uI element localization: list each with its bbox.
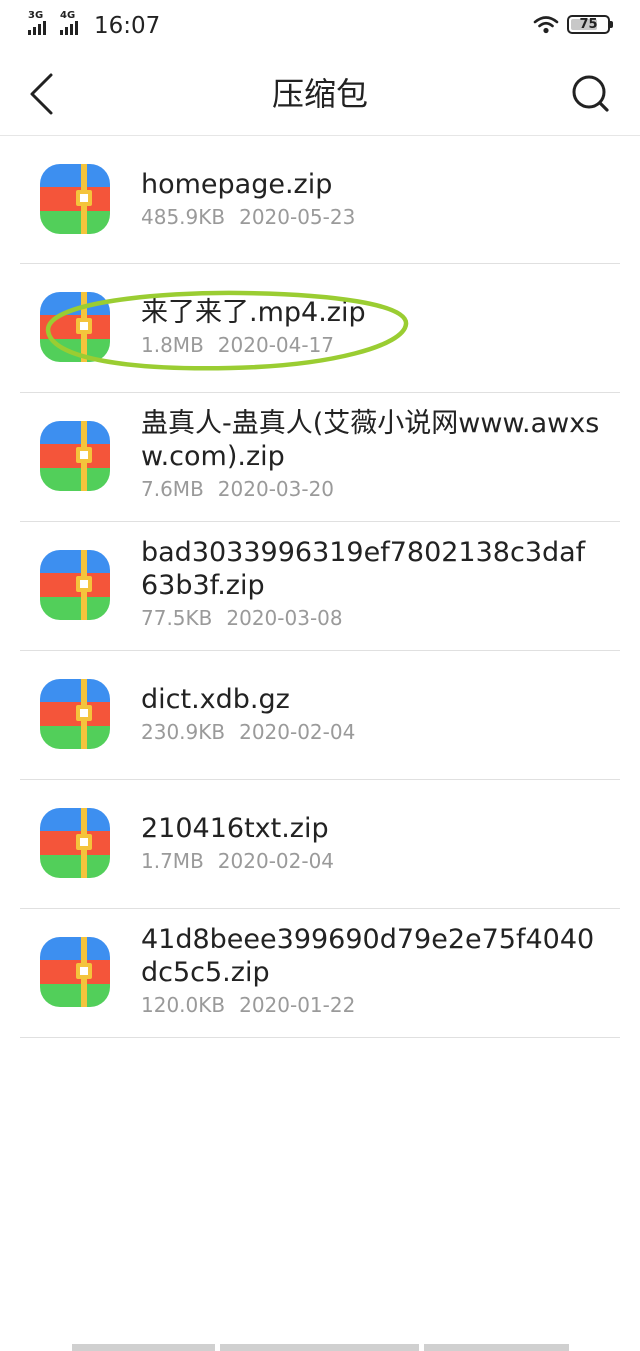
file-date: 2020-04-17 xyxy=(217,333,335,357)
page-title: 压缩包 xyxy=(271,75,368,113)
status-time: 16:07 xyxy=(94,13,161,39)
file-size: 1.7MB xyxy=(141,849,204,873)
file-name: dict.xdb.gz xyxy=(141,684,290,715)
file-date: 2020-03-20 xyxy=(217,477,335,501)
network-4g-signal-icon: 4G xyxy=(60,11,84,35)
file-item[interactable]: dict.xdb.gz 230.9KB 2020-02-04 xyxy=(20,651,620,780)
file-meta: 120.0KB 2020-01-22 xyxy=(141,992,601,1018)
file-name: 41d8beee399690d79e2e75f4040dc5c5.zip xyxy=(141,924,595,988)
zip-file-icon xyxy=(39,420,111,492)
search-icon xyxy=(572,75,609,112)
nav-bar: 压缩包 xyxy=(0,52,640,136)
file-date: 2020-02-04 xyxy=(239,720,356,744)
file-date: 2020-05-23 xyxy=(239,205,356,229)
file-meta: 77.5KB 2020-03-08 xyxy=(141,605,601,631)
file-size: 1.8MB xyxy=(141,333,204,357)
zip-file-icon xyxy=(39,807,111,879)
file-item[interactable]: 210416txt.zip 1.7MB 2020-02-04 xyxy=(20,780,620,909)
zip-file-icon xyxy=(39,291,111,363)
file-list: homepage.zip 485.9KB 2020-05-23 来了来了.mp4.… xyxy=(20,136,620,1038)
file-meta: 7.6MB 2020-03-20 xyxy=(141,476,601,502)
network-3g-signal-icon: 3G xyxy=(28,11,52,35)
nav-handle-right[interactable] xyxy=(424,1344,569,1351)
network-type-label: 4G xyxy=(60,10,76,21)
file-item[interactable]: 41d8beee399690d79e2e75f4040dc5c5.zip 120… xyxy=(20,909,620,1038)
file-name: 210416txt.zip xyxy=(141,813,329,844)
zip-file-icon xyxy=(39,549,111,621)
network-type-label: 3G xyxy=(28,10,44,21)
file-meta: 230.9KB 2020-02-04 xyxy=(141,719,601,745)
file-meta: 1.8MB 2020-04-17 xyxy=(141,332,601,358)
file-date: 2020-03-08 xyxy=(226,606,343,630)
bottom-nav-handles xyxy=(0,1344,640,1351)
battery-icon: 75 xyxy=(567,15,613,34)
file-name: 来了来了.mp4.zip xyxy=(141,297,366,328)
file-size: 7.6MB xyxy=(141,477,204,501)
file-name: 蛊真人-蛊真人(艾薇小说网www.awxsw.com).zip xyxy=(141,408,600,472)
file-date: 2020-02-04 xyxy=(217,849,335,873)
file-size: 230.9KB xyxy=(141,720,226,744)
file-meta: 1.7MB 2020-02-04 xyxy=(141,848,601,874)
file-name: bad3033996319ef7802138c3daf63b3f.zip xyxy=(141,537,586,601)
file-item[interactable]: 来了来了.mp4.zip 1.8MB 2020-04-17 xyxy=(20,264,620,393)
chevron-left-icon xyxy=(30,73,53,115)
file-date: 2020-01-22 xyxy=(239,993,356,1017)
zip-file-icon xyxy=(39,678,111,750)
battery-level: 75 xyxy=(579,17,598,32)
file-name: homepage.zip xyxy=(141,169,333,200)
file-meta: 485.9KB 2020-05-23 xyxy=(141,204,601,230)
file-size: 485.9KB xyxy=(141,205,226,229)
file-item[interactable]: 蛊真人-蛊真人(艾薇小说网www.awxsw.com).zip 7.6MB 202… xyxy=(20,393,620,522)
wifi-icon xyxy=(533,14,559,34)
zip-file-icon xyxy=(39,163,111,235)
file-item[interactable]: bad3033996319ef7802138c3daf63b3f.zip 77.… xyxy=(20,522,620,651)
file-size: 77.5KB xyxy=(141,606,213,630)
zip-file-icon xyxy=(39,936,111,1008)
nav-handle-center[interactable] xyxy=(220,1344,419,1351)
search-button[interactable] xyxy=(564,70,616,118)
nav-handle-left[interactable] xyxy=(72,1344,215,1351)
file-size: 120.0KB xyxy=(141,993,226,1017)
file-item[interactable]: homepage.zip 485.9KB 2020-05-23 xyxy=(20,136,620,264)
back-button[interactable] xyxy=(20,68,68,120)
status-bar: 3G 4G 16:07 75 xyxy=(0,0,640,52)
